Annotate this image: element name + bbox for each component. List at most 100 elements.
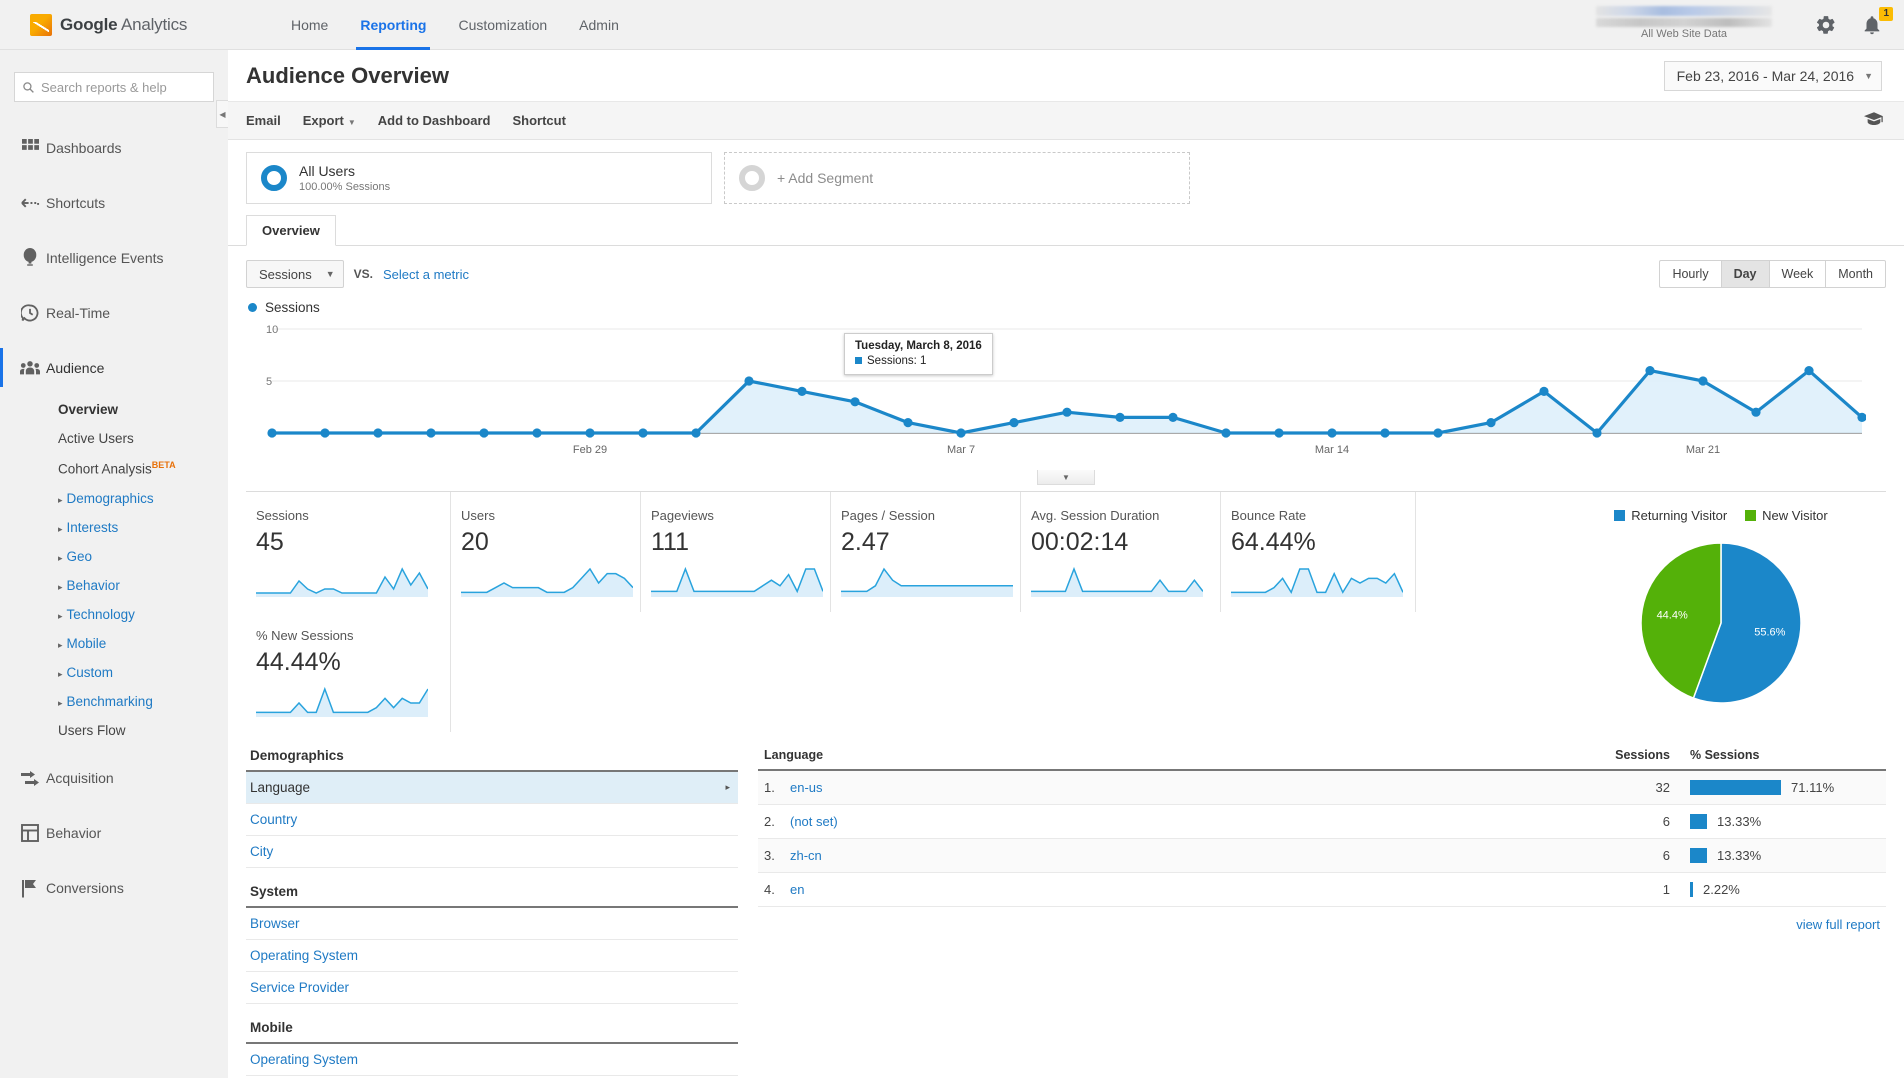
col-sessions[interactable]: Sessions: [1586, 742, 1676, 771]
pie-legend: Returning Visitor New Visitor: [1556, 508, 1886, 523]
metric-card-pages-session[interactable]: Pages / Session 2.47: [831, 492, 1021, 612]
add-to-dashboard-button[interactable]: Add to Dashboard: [378, 113, 491, 128]
metric-label: Sessions: [256, 508, 309, 523]
gear-icon[interactable]: [1814, 13, 1838, 37]
sidebar-subitem-cohort-analysis[interactable]: Cohort AnalysisBETA: [0, 453, 228, 484]
collapse-left-icon[interactable]: ◀: [216, 100, 228, 128]
row-language[interactable]: en-us: [784, 770, 1586, 805]
sidebar-item-intelligence-events[interactable]: Intelligence Events: [0, 230, 228, 285]
graduation-cap-icon[interactable]: [1864, 112, 1884, 132]
sidebar-subitem-active-users[interactable]: Active Users: [0, 424, 228, 453]
row-language[interactable]: (not set): [784, 804, 1586, 839]
demo-row-browser[interactable]: Browser: [246, 908, 738, 940]
add-segment-button[interactable]: + Add Segment: [724, 152, 1190, 204]
language-link[interactable]: zh-cn: [790, 848, 822, 863]
col-language[interactable]: Language: [758, 742, 1586, 771]
sidebar-item-behavior[interactable]: Behavior: [0, 806, 228, 861]
view-full-report-link[interactable]: view full report: [758, 907, 1886, 932]
table-row[interactable]: 4. en 1 2.22%: [758, 872, 1886, 907]
date-range-picker[interactable]: Feb 23, 2016 - Mar 24, 2016 ▼: [1663, 60, 1882, 91]
demo-row-operating-system[interactable]: Operating System: [246, 940, 738, 972]
email-button[interactable]: Email: [246, 113, 281, 128]
sidebar-item-acquisition[interactable]: Acquisition: [0, 751, 228, 806]
demo-row-city[interactable]: City: [246, 836, 738, 868]
period-month[interactable]: Month: [1825, 260, 1886, 288]
donut-icon: [261, 165, 287, 191]
select-a-metric-link[interactable]: Select a metric: [383, 267, 469, 282]
language-link[interactable]: (not set): [790, 814, 838, 829]
google-analytics-logo[interactable]: Google Analytics: [30, 13, 250, 36]
sidebar-subitem-overview[interactable]: Overview: [0, 395, 228, 424]
pie-legend-new[interactable]: New Visitor: [1745, 508, 1828, 523]
pie-legend-returning[interactable]: Returning Visitor: [1614, 508, 1727, 523]
language-link[interactable]: en: [790, 882, 804, 897]
period-selector: Hourly Day Week Month: [1659, 260, 1886, 288]
demo-row-service-provider[interactable]: Service Provider: [246, 972, 738, 1004]
search-input[interactable]: [41, 79, 217, 95]
legend-label-sessions: Sessions: [265, 300, 320, 315]
svg-text:55.6%: 55.6%: [1754, 627, 1785, 639]
period-day[interactable]: Day: [1720, 260, 1769, 288]
table-row[interactable]: 3. zh-cn 6 13.33%: [758, 838, 1886, 873]
demo-row-language[interactable]: Language ▸: [246, 772, 738, 804]
export-button[interactable]: Export ▼: [303, 113, 356, 128]
svg-text:Mar 21: Mar 21: [1686, 444, 1720, 456]
segment-all-users[interactable]: All Users 100.00% Sessions: [246, 152, 712, 204]
sidebar-item-dashboards[interactable]: Dashboards: [0, 120, 228, 175]
tab-overview[interactable]: Overview: [246, 215, 336, 246]
metric-value: 111: [651, 528, 690, 556]
metric-value: 45: [256, 528, 284, 556]
sidebar-item-audience[interactable]: Audience: [0, 340, 228, 395]
metric-card-bounce-rate[interactable]: Bounce Rate 64.44%: [1221, 492, 1416, 612]
metric-card-new-sessions[interactable]: % New Sessions 44.44%: [246, 612, 451, 732]
table-row[interactable]: 1. en-us 32 71.11%: [758, 770, 1886, 805]
metric-card-avg-session-duration[interactable]: Avg. Session Duration 00:02:14: [1021, 492, 1221, 612]
mobile-label: Mobile: [66, 635, 107, 651]
segment-sub: 100.00% Sessions: [299, 181, 391, 193]
sessions-chart-svg[interactable]: 5 10 Feb 29 Mar 7 Mar 14 Mar 21: [246, 321, 1867, 461]
demo-row-country[interactable]: Country: [246, 804, 738, 836]
language-link[interactable]: en-us: [790, 780, 823, 795]
tab-strip: Overview: [228, 204, 1904, 246]
audience-subnav: Overview Active Users Cohort AnalysisBET…: [0, 395, 228, 751]
table-row[interactable]: 2. (not set) 6 13.33%: [758, 804, 1886, 839]
sidebar-subitem-interests[interactable]: ▸ Interests: [0, 513, 228, 542]
body-wrapper: Dashboards Shortcuts Intelligence Events…: [0, 50, 1904, 1078]
metric-card-sessions[interactable]: Sessions 45: [246, 492, 451, 612]
chart-expander-button[interactable]: ▼: [1037, 470, 1095, 485]
sidebar-subitem-behavior[interactable]: ▸ Behavior: [0, 571, 228, 600]
topnav-reporting[interactable]: Reporting: [344, 0, 442, 50]
sidebar-label-acquisition: Acquisition: [46, 770, 114, 786]
topnav-admin[interactable]: Admin: [563, 0, 635, 50]
metric-select[interactable]: Sessions ▼: [246, 260, 344, 288]
metric-card-users[interactable]: Users 20: [451, 492, 641, 612]
period-week[interactable]: Week: [1768, 260, 1826, 288]
demo-row-mobile-operating-system[interactable]: Operating System: [246, 1044, 738, 1076]
search-box[interactable]: [14, 72, 217, 102]
sidebar-subitem-mobile[interactable]: ▸ Mobile: [0, 629, 228, 658]
sidebar-subitem-custom[interactable]: ▸ Custom: [0, 658, 228, 687]
topnav-home[interactable]: Home: [275, 0, 344, 50]
sidebar-item-conversions[interactable]: Conversions: [0, 861, 228, 916]
demo-row-label: Browser: [250, 916, 300, 931]
bell-icon[interactable]: 1: [1860, 7, 1893, 37]
row-language[interactable]: en: [784, 872, 1586, 907]
analytics-logo-icon: [30, 13, 52, 36]
shortcut-button[interactable]: Shortcut: [512, 113, 565, 128]
topnav-customization[interactable]: Customization: [442, 0, 563, 50]
period-hourly[interactable]: Hourly: [1659, 260, 1721, 288]
legend-label-new: New Visitor: [1762, 508, 1828, 523]
sidebar-subitem-benchmarking[interactable]: ▸ Benchmarking: [0, 687, 228, 716]
sidebar-subitem-users-flow[interactable]: Users Flow: [0, 716, 228, 745]
sessions-line-chart[interactable]: 5 10 Feb 29 Mar 7 Mar 14 Mar 21 Tuesday, Marc…: [246, 321, 1886, 485]
sidebar-item-shortcuts[interactable]: Shortcuts: [0, 175, 228, 230]
sidebar-subitem-geo[interactable]: ▸ Geo: [0, 542, 228, 571]
sidebar-subitem-demographics[interactable]: ▸ Demographics: [0, 484, 228, 513]
row-language[interactable]: zh-cn: [784, 838, 1586, 873]
account-selector[interactable]: All Web Site Data: [1584, 3, 1784, 40]
metric-card-pageviews[interactable]: Pageviews 111: [641, 492, 831, 612]
sidebar-subitem-technology[interactable]: ▸ Technology: [0, 600, 228, 629]
pie-chart-svg[interactable]: 55.6% 44.4%: [1556, 531, 1886, 716]
col-percent-sessions[interactable]: % Sessions: [1676, 742, 1886, 771]
sidebar-item-real-time[interactable]: Real-Time: [0, 285, 228, 340]
